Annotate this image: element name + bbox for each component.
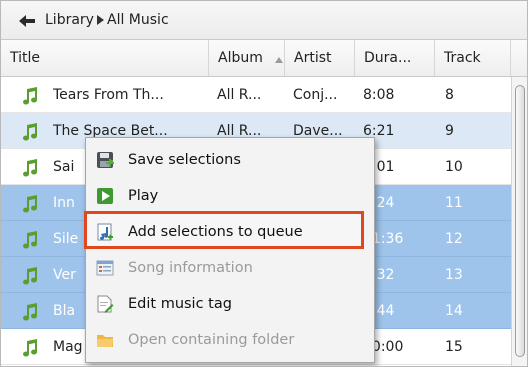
menu-item-label: Save selections xyxy=(128,152,241,168)
up-level-icon[interactable] xyxy=(17,13,37,29)
song-artist: Conj... xyxy=(293,87,338,103)
scrollbar-thumb[interactable] xyxy=(515,85,525,357)
menu-item-label: Song information xyxy=(128,260,253,276)
music-note-icon xyxy=(23,231,38,249)
song-track: 14 xyxy=(445,303,463,319)
column-title[interactable]: Title xyxy=(1,40,209,76)
song-track: 12 xyxy=(445,231,463,247)
vertical-scrollbar[interactable] xyxy=(511,77,527,366)
folder-icon xyxy=(97,335,113,347)
play-icon xyxy=(97,188,113,204)
music-note-icon xyxy=(23,87,38,105)
column-duration[interactable]: Dura... xyxy=(355,40,435,76)
column-header: Title Album Artist Dura... Track xyxy=(1,40,527,77)
music-note-icon xyxy=(23,195,38,213)
music-note-icon xyxy=(23,123,38,141)
music-library-window: Library All Music Title Album Artist Dur… xyxy=(0,0,528,367)
menu-item-label: Open containing folder xyxy=(128,332,295,348)
column-artist[interactable]: Artist xyxy=(285,40,355,76)
breadcrumb-library[interactable]: Library xyxy=(45,12,94,28)
save-disk-icon xyxy=(97,152,114,168)
music-note-icon xyxy=(23,267,38,285)
menu-item-song-information[interactable]: Song information xyxy=(86,250,374,286)
menu-item-label: Play xyxy=(128,188,159,204)
menu-item-add-to-queue[interactable]: Add selections to queue xyxy=(84,211,374,250)
breadcrumb: Library All Music xyxy=(1,1,527,40)
column-album[interactable]: Album xyxy=(209,40,285,76)
song-album: All R... xyxy=(217,87,262,103)
music-note-icon xyxy=(23,159,38,177)
song-title: Tears From Th... xyxy=(53,87,164,103)
song-track: 13 xyxy=(445,267,463,283)
menu-item-label: Add selections to queue xyxy=(128,224,303,240)
column-track[interactable]: Track xyxy=(435,40,511,76)
song-track: 8 xyxy=(445,87,454,103)
menu-item-open-containing-folder[interactable]: Open containing folder xyxy=(86,322,374,358)
sort-ascending-icon xyxy=(275,57,283,63)
breadcrumb-all-music[interactable]: All Music xyxy=(107,12,169,28)
menu-item-save-selections[interactable]: Save selections xyxy=(86,142,374,178)
song-track: 15 xyxy=(445,339,463,355)
edit-tag-icon xyxy=(97,295,114,313)
menu-item-label: Edit music tag xyxy=(128,296,232,312)
menu-item-edit-music-tag[interactable]: Edit music tag xyxy=(86,286,374,322)
add-to-queue-icon xyxy=(97,223,113,241)
song-track: 11 xyxy=(445,195,463,211)
song-track: 9 xyxy=(445,123,454,139)
breadcrumb-separator-icon xyxy=(97,15,104,25)
context-menu: Save selections Play Add selections to q… xyxy=(84,137,375,363)
info-card-icon xyxy=(96,260,114,276)
song-duration: 8:08 xyxy=(363,87,395,103)
song-track: 10 xyxy=(445,159,463,175)
music-note-icon xyxy=(23,339,38,357)
table-row[interactable]: Tears From Th... All R... Conj... 8:08 8 xyxy=(1,77,511,113)
music-note-icon xyxy=(23,303,38,321)
menu-item-play[interactable]: Play xyxy=(86,178,374,214)
